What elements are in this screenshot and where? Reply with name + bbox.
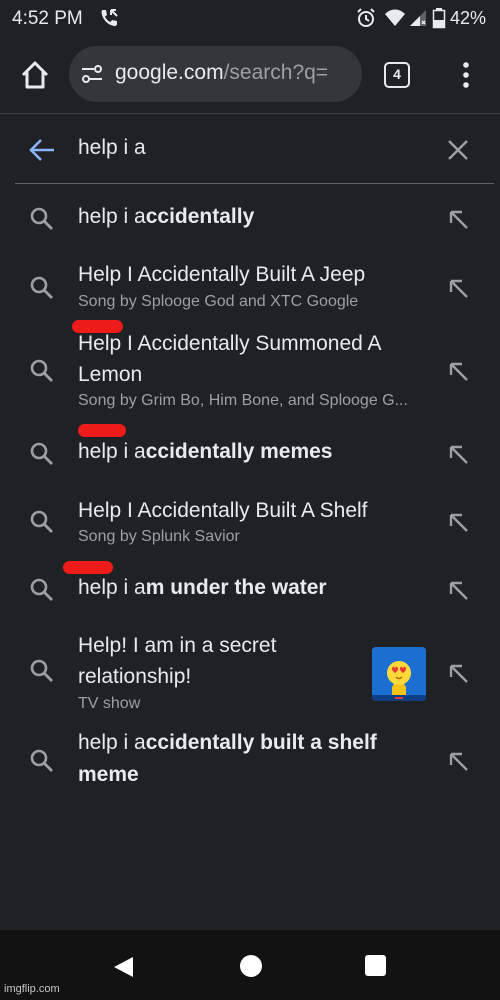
battery-percentage: 42%: [450, 8, 487, 28]
search-icon: [29, 658, 55, 689]
suggestion-row[interactable]: Help I Accidentally Built A Shelf Song b…: [0, 493, 500, 553]
suggestion-subtitle: TV show: [78, 695, 141, 712]
search-divider: [15, 183, 494, 184]
wifi-icon: [384, 7, 406, 34]
battery-icon: [432, 7, 446, 34]
suggestion-text: help i accidentally: [78, 205, 255, 228]
search-icon: [29, 509, 55, 540]
menu-button[interactable]: [456, 60, 476, 90]
alarm-icon: [355, 7, 377, 34]
tune-icon[interactable]: [80, 63, 104, 90]
suggestion-subtitle: Song by Splooge God and XTC Google: [78, 293, 359, 310]
nav-recents-icon[interactable]: [365, 955, 386, 976]
suggestion-row[interactable]: help i am under the water: [0, 569, 500, 613]
fill-query-arrow-icon[interactable]: [447, 443, 471, 472]
tab-count: 4: [393, 66, 401, 82]
nav-home-icon[interactable]: [240, 955, 262, 977]
watermark: imgflip.com: [4, 983, 60, 995]
suggestion-title-line2: Lemon: [78, 363, 143, 386]
fill-query-arrow-icon[interactable]: [447, 208, 471, 237]
suggestion-row[interactable]: Help! I am in a secret relationship! TV …: [0, 628, 500, 716]
suggestion-title: Help I Accidentally Built A Shelf: [78, 499, 368, 522]
call-icon: [98, 7, 120, 34]
url-path: /search?q=: [223, 61, 329, 84]
back-arrow-icon[interactable]: [28, 137, 56, 168]
close-icon[interactable]: [446, 138, 470, 167]
suggestion-title: Help I Accidentally Built A Jeep: [78, 263, 366, 286]
search-input[interactable]: help i a: [78, 136, 146, 160]
suggestion-row[interactable]: Help I Accidentally Built A Jeep Song by…: [0, 257, 500, 317]
suggestion-text: help i accidentally memes: [78, 440, 333, 463]
search-icon: [29, 441, 55, 472]
suggestion-row[interactable]: help i accidentally built a shelf meme: [0, 725, 500, 795]
tv-show-thumbnail: [372, 647, 426, 701]
home-icon: [21, 61, 49, 89]
fill-query-arrow-icon[interactable]: [447, 579, 471, 608]
status-time: 4:52 PM: [12, 8, 83, 29]
fill-query-arrow-icon[interactable]: [447, 277, 471, 306]
menu-icon: [463, 62, 469, 88]
home-button[interactable]: [18, 58, 52, 92]
search-icon: [29, 275, 55, 306]
search-icon: [29, 748, 55, 779]
suggestion-row[interactable]: Help I Accidentally Summoned A Lemon Son…: [0, 327, 500, 415]
search-icon: [29, 206, 55, 237]
search-icon: [29, 577, 55, 608]
suggestion-subtitle: Song by Grim Bo, Him Bone, and Splooge G…: [78, 392, 408, 409]
suggestion-text: help i accidentally built a shelf: [78, 731, 377, 754]
search-icon: [29, 358, 55, 389]
suggestion-text-line2: meme: [78, 763, 139, 786]
suggestion-row[interactable]: help i accidentally memes: [0, 431, 500, 477]
suggestion-title: Help! I am in a secret: [78, 634, 277, 657]
url-bar[interactable]: google.com/search?q=: [69, 46, 362, 102]
browser-toolbar: google.com/search?q= 4: [0, 36, 500, 114]
status-bar: 4:52 PM 42%: [0, 0, 500, 36]
nav-back-icon[interactable]: [112, 955, 136, 984]
url-host: google.com: [115, 61, 224, 84]
fill-query-arrow-icon[interactable]: [447, 511, 471, 540]
url-text: google.com/search?q=: [115, 61, 328, 85]
tab-switcher-button[interactable]: 4: [384, 62, 410, 88]
suggestion-row[interactable]: help i accidentally: [0, 195, 500, 241]
fill-query-arrow-icon[interactable]: [447, 750, 471, 779]
suggestion-subtitle: Song by Splunk Savior: [78, 528, 240, 545]
suggestion-title: Help I Accidentally Summoned A: [78, 332, 382, 355]
fill-query-arrow-icon[interactable]: [447, 662, 471, 691]
system-navigation-bar: [0, 930, 500, 1000]
search-input-row: help i a: [0, 115, 500, 185]
fill-query-arrow-icon[interactable]: [447, 360, 471, 389]
suggestion-title-line2: relationship!: [78, 665, 192, 688]
suggestion-text: help i am under the water: [78, 576, 327, 599]
signal-icon: [408, 7, 428, 34]
